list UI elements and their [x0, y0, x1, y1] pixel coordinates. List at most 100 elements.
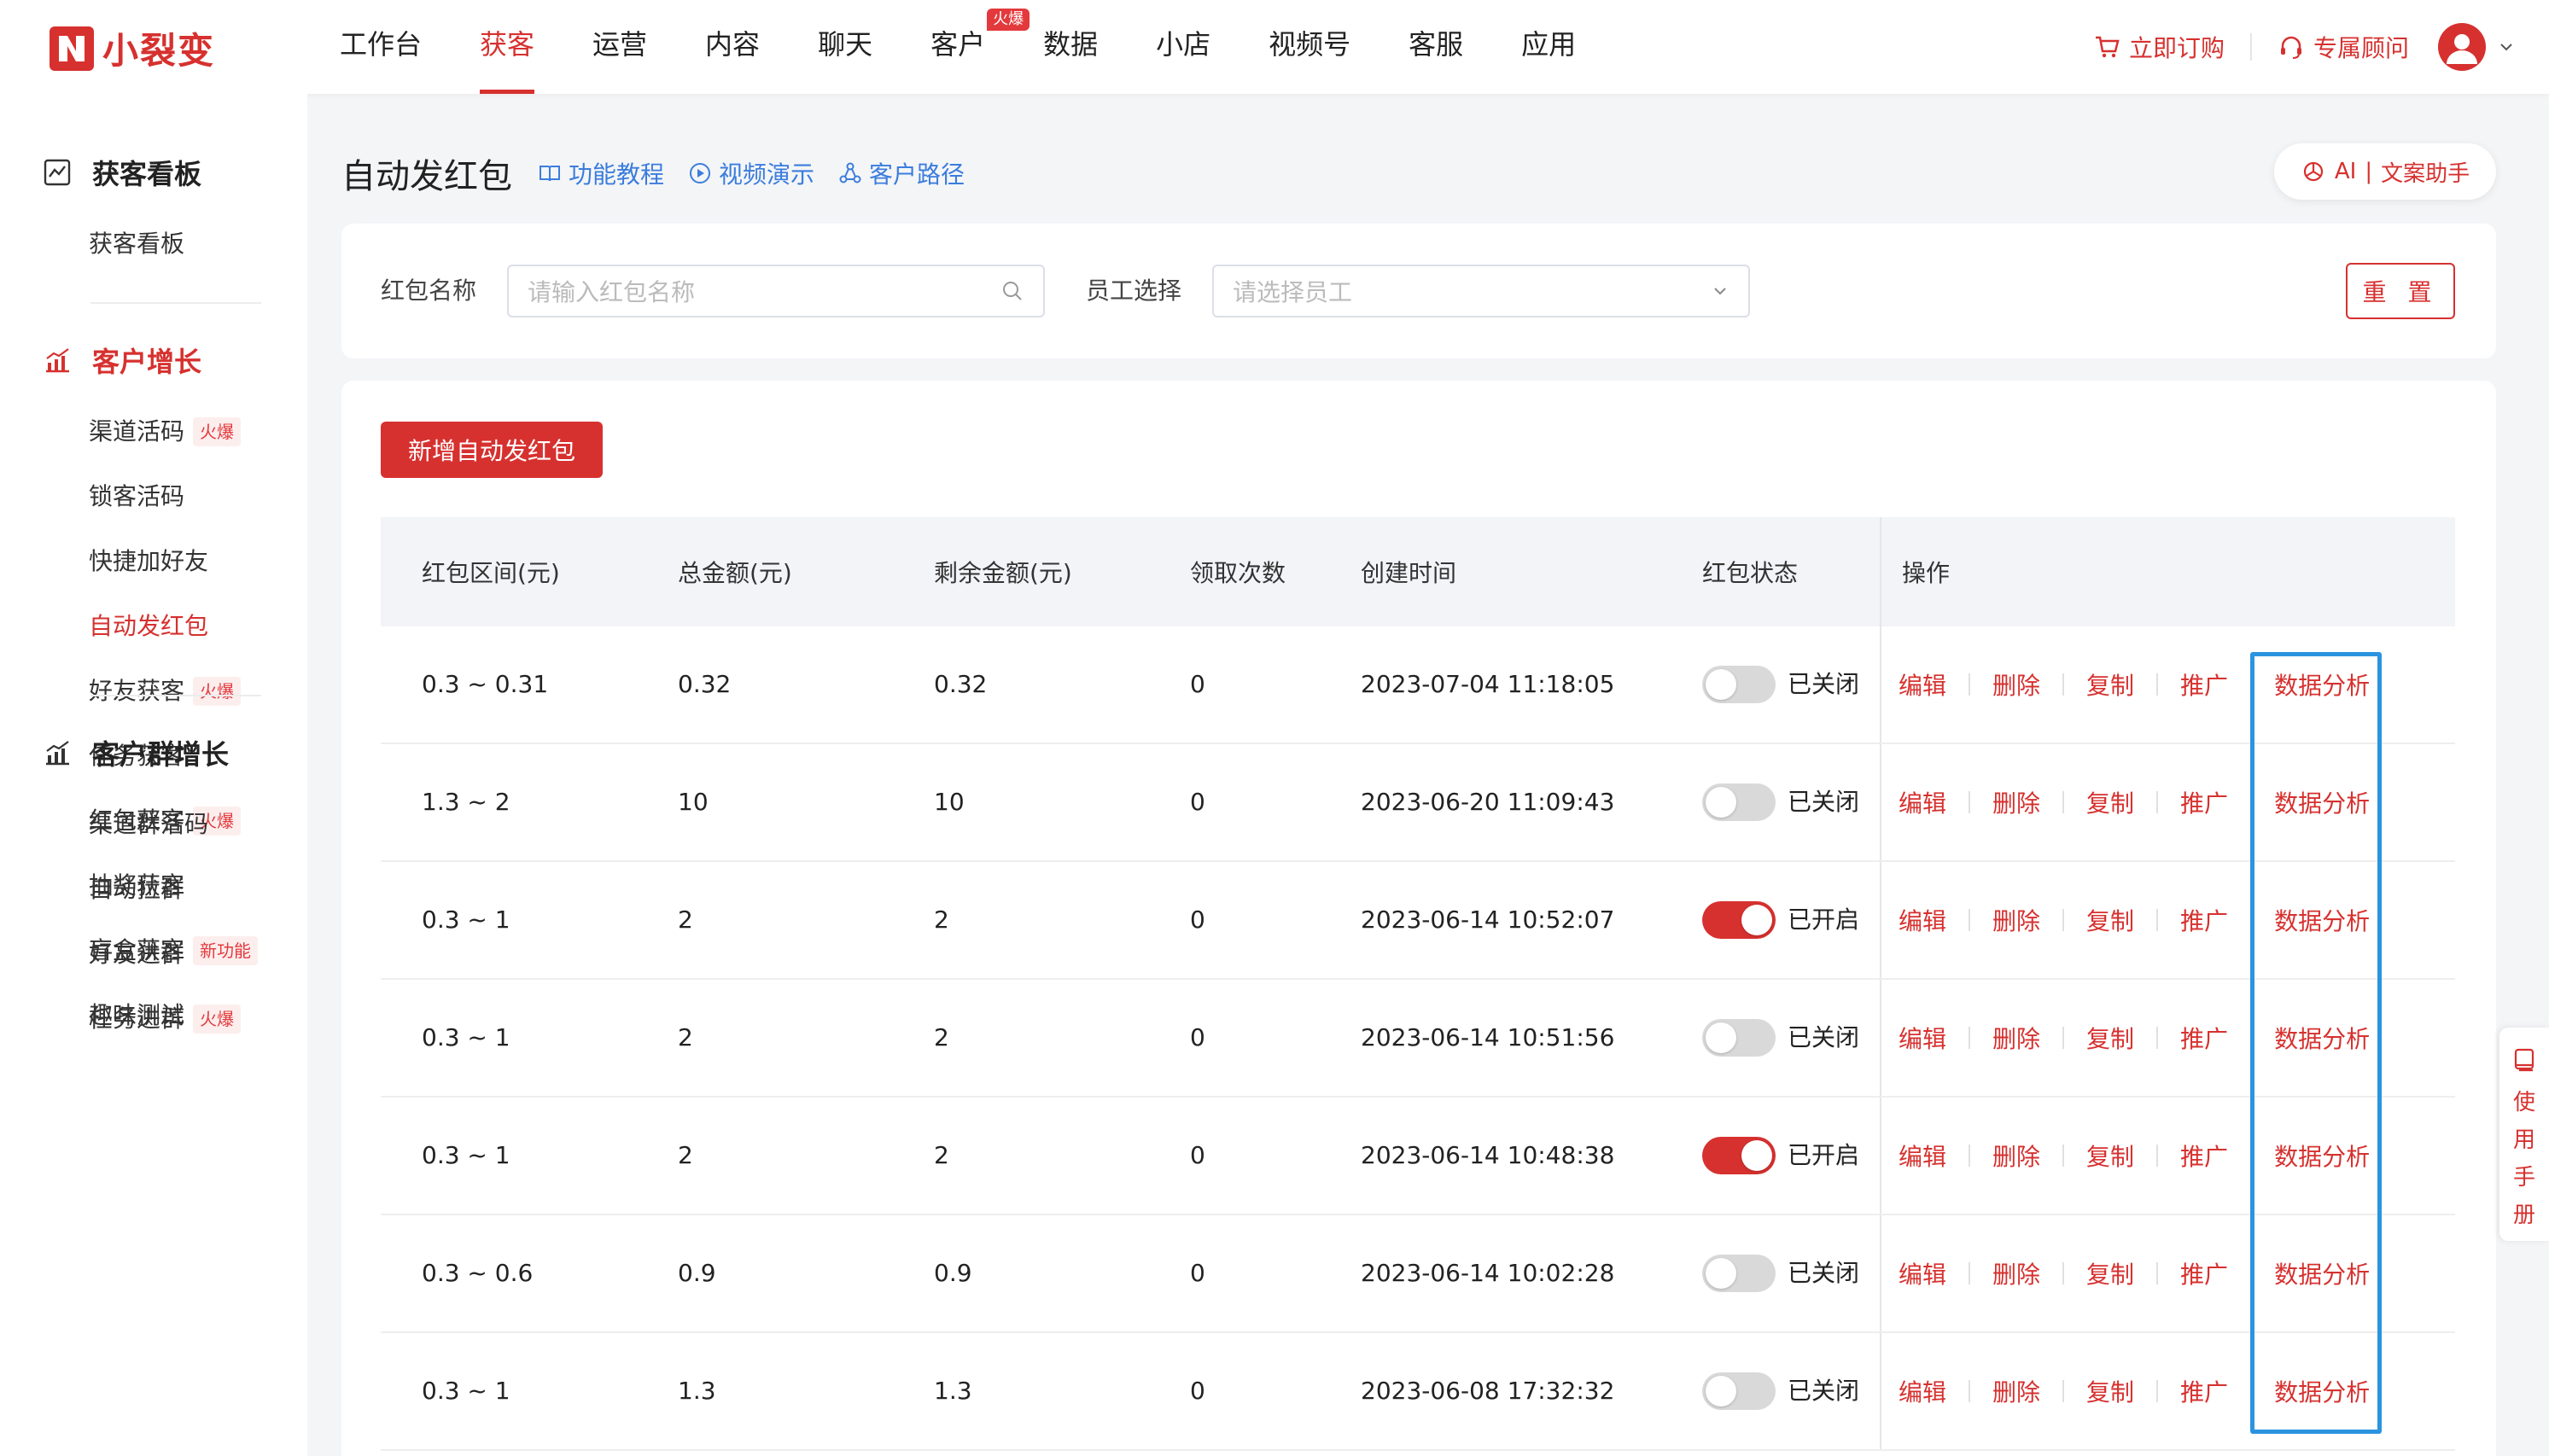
add-auto-redpacket-button[interactable]: 新增自动发红包: [381, 422, 603, 478]
status-toggle[interactable]: [1702, 1137, 1776, 1174]
order-now-label: 立即订购: [2128, 34, 2225, 62]
data-analysis-link[interactable]: 数据分析: [2274, 1021, 2370, 1055]
search-icon[interactable]: [1000, 279, 1024, 303]
nav-item[interactable]: 数据: [1043, 0, 1098, 94]
data-analysis-link[interactable]: 数据分析: [2274, 1139, 2370, 1173]
ops-column-divider: [1880, 980, 1881, 1096]
nav-item[interactable]: 应用: [1521, 0, 1576, 94]
edit-link[interactable]: 编辑: [1899, 1139, 1946, 1173]
customer-path-link[interactable]: 客户路径: [838, 156, 965, 190]
manual-book-icon: [2514, 1048, 2534, 1072]
sidebar-item[interactable]: 自动发红包: [0, 594, 307, 659]
data-analysis-link[interactable]: 数据分析: [2274, 667, 2370, 702]
video-demo-link[interactable]: 视频演示: [688, 156, 814, 190]
chevron-down-icon[interactable]: [2498, 38, 2515, 55]
data-analysis-link[interactable]: 数据分析: [2274, 785, 2370, 819]
table-header: 红包区间(元) 总金额(元) 剩余金额(元) 领取次数 创建时间 红包状态 操作: [381, 517, 2455, 626]
edit-link[interactable]: 编辑: [1899, 903, 1946, 937]
promote-link[interactable]: 推广: [2180, 1021, 2228, 1055]
sidebar-item[interactable]: 自动拉群: [0, 857, 307, 922]
ai-copywriter-button[interactable]: AI | 文案助手: [2274, 143, 2496, 200]
nav-item[interactable]: 聊天: [818, 0, 872, 94]
sidebar-item[interactable]: 任务进群 火爆: [0, 987, 307, 1051]
ops-column-divider: [1880, 1215, 1881, 1331]
sidebar-item[interactable]: 好友获客 火爆: [0, 659, 307, 724]
nav-item[interactable]: 内容: [705, 0, 760, 94]
edit-link[interactable]: 编辑: [1899, 1021, 1946, 1055]
ai-label: 文案助手: [2381, 160, 2470, 187]
delete-link[interactable]: 删除: [1992, 667, 2040, 702]
advisor-link[interactable]: 专属顾问: [2278, 30, 2409, 64]
order-now-link[interactable]: 立即订购: [2093, 30, 2225, 64]
play-icon: [690, 163, 711, 183]
promote-link[interactable]: 推广: [2180, 903, 2228, 937]
delete-link[interactable]: 删除: [1992, 1374, 2040, 1408]
table-row: 1.3 ~ 2 10 10 0 2023-06-20 11:09:43 已关闭 编辑 删除 复制…: [381, 744, 2455, 862]
edit-link[interactable]: 编辑: [1899, 1256, 1946, 1290]
redpacket-name-input[interactable]: 请输入红包名称: [507, 265, 1045, 317]
copy-link[interactable]: 复制: [2086, 1256, 2134, 1290]
action-divider: [2250, 791, 2253, 813]
status-text: 已关闭: [1788, 670, 1860, 698]
status-toggle[interactable]: [1702, 901, 1776, 939]
nav-item[interactable]: 客户 火爆: [930, 0, 1030, 94]
sidebar-item[interactable]: 获客看板: [0, 212, 307, 277]
delete-link[interactable]: 删除: [1992, 785, 2040, 819]
copy-link[interactable]: 复制: [2086, 903, 2134, 937]
nav-item[interactable]: 工作台: [340, 0, 422, 94]
avatar[interactable]: [2438, 23, 2486, 71]
brand-logo[interactable]: 小裂变: [50, 22, 215, 74]
sidebar-group-title[interactable]: 获客看板: [0, 147, 307, 198]
status-toggle[interactable]: [1702, 1255, 1776, 1292]
edit-link[interactable]: 编辑: [1899, 667, 1946, 702]
nav-item[interactable]: 小店: [1156, 0, 1210, 94]
sidebar-group-label: 客户群增长: [92, 738, 230, 771]
tutorial-link[interactable]: 功能教程: [538, 156, 664, 190]
status-toggle[interactable]: [1702, 1372, 1776, 1410]
delete-link[interactable]: 删除: [1992, 903, 2040, 937]
data-analysis-link[interactable]: 数据分析: [2274, 903, 2370, 937]
cell-total: 0.9: [678, 1259, 716, 1287]
sidebar-item-label: 好友获客: [89, 677, 185, 705]
cell-claims: 0: [1190, 1023, 1205, 1051]
promote-link[interactable]: 推广: [2180, 1256, 2228, 1290]
sidebar-item[interactable]: 渠道活码 火爆: [0, 399, 307, 464]
copy-link[interactable]: 复制: [2086, 1374, 2134, 1408]
data-analysis-link[interactable]: 数据分析: [2274, 1256, 2370, 1290]
sidebar-item[interactable]: 锁客活码: [0, 464, 307, 529]
delete-link[interactable]: 删除: [1992, 1256, 2040, 1290]
nav-item[interactable]: 视频号: [1269, 0, 1350, 94]
delete-link[interactable]: 删除: [1992, 1021, 2040, 1055]
copy-link[interactable]: 复制: [2086, 785, 2134, 819]
promote-link[interactable]: 推广: [2180, 1139, 2228, 1173]
status-toggle[interactable]: [1702, 666, 1776, 703]
edit-link[interactable]: 编辑: [1899, 785, 1946, 819]
sidebar-item[interactable]: 快捷加好友: [0, 529, 307, 594]
sidebar-group-title[interactable]: 客户群增长: [0, 727, 307, 778]
promote-link[interactable]: 推广: [2180, 1374, 2228, 1408]
sidebar-group-title[interactable]: 客户增长: [0, 335, 307, 386]
data-analysis-link[interactable]: 数据分析: [2274, 1374, 2370, 1408]
nav-item[interactable]: 运营: [592, 0, 647, 94]
table-row: 0.3 ~ 0.31 0.32 0.32 0 2023-07-04 11:18:05 已关…: [381, 626, 2455, 744]
sidebar-item-label: 获客看板: [89, 230, 185, 258]
cell-remaining: 1.3: [934, 1377, 972, 1405]
copy-link[interactable]: 复制: [2086, 1139, 2134, 1173]
nav-item[interactable]: 客服: [1409, 0, 1463, 94]
status-toggle[interactable]: [1702, 1019, 1776, 1057]
user-manual-tab[interactable]: 使用手册: [2499, 1028, 2549, 1241]
edit-link[interactable]: 编辑: [1899, 1374, 1946, 1408]
delete-link[interactable]: 删除: [1992, 1139, 2040, 1173]
promote-link[interactable]: 推广: [2180, 785, 2228, 819]
action-divider: [2062, 1144, 2065, 1167]
staff-select[interactable]: 请选择员工: [1212, 265, 1750, 317]
promote-link[interactable]: 推广: [2180, 667, 2228, 702]
sidebar-item[interactable]: 好友进群: [0, 922, 307, 987]
nav-item[interactable]: 获客: [480, 0, 535, 94]
sidebar-item[interactable]: 渠道群活码: [0, 792, 307, 857]
status-toggle[interactable]: [1702, 783, 1776, 821]
copy-link[interactable]: 复制: [2086, 1021, 2134, 1055]
nav-item-label: 应用: [1521, 28, 1577, 61]
reset-button[interactable]: 重 置: [2346, 263, 2455, 319]
copy-link[interactable]: 复制: [2086, 667, 2134, 702]
